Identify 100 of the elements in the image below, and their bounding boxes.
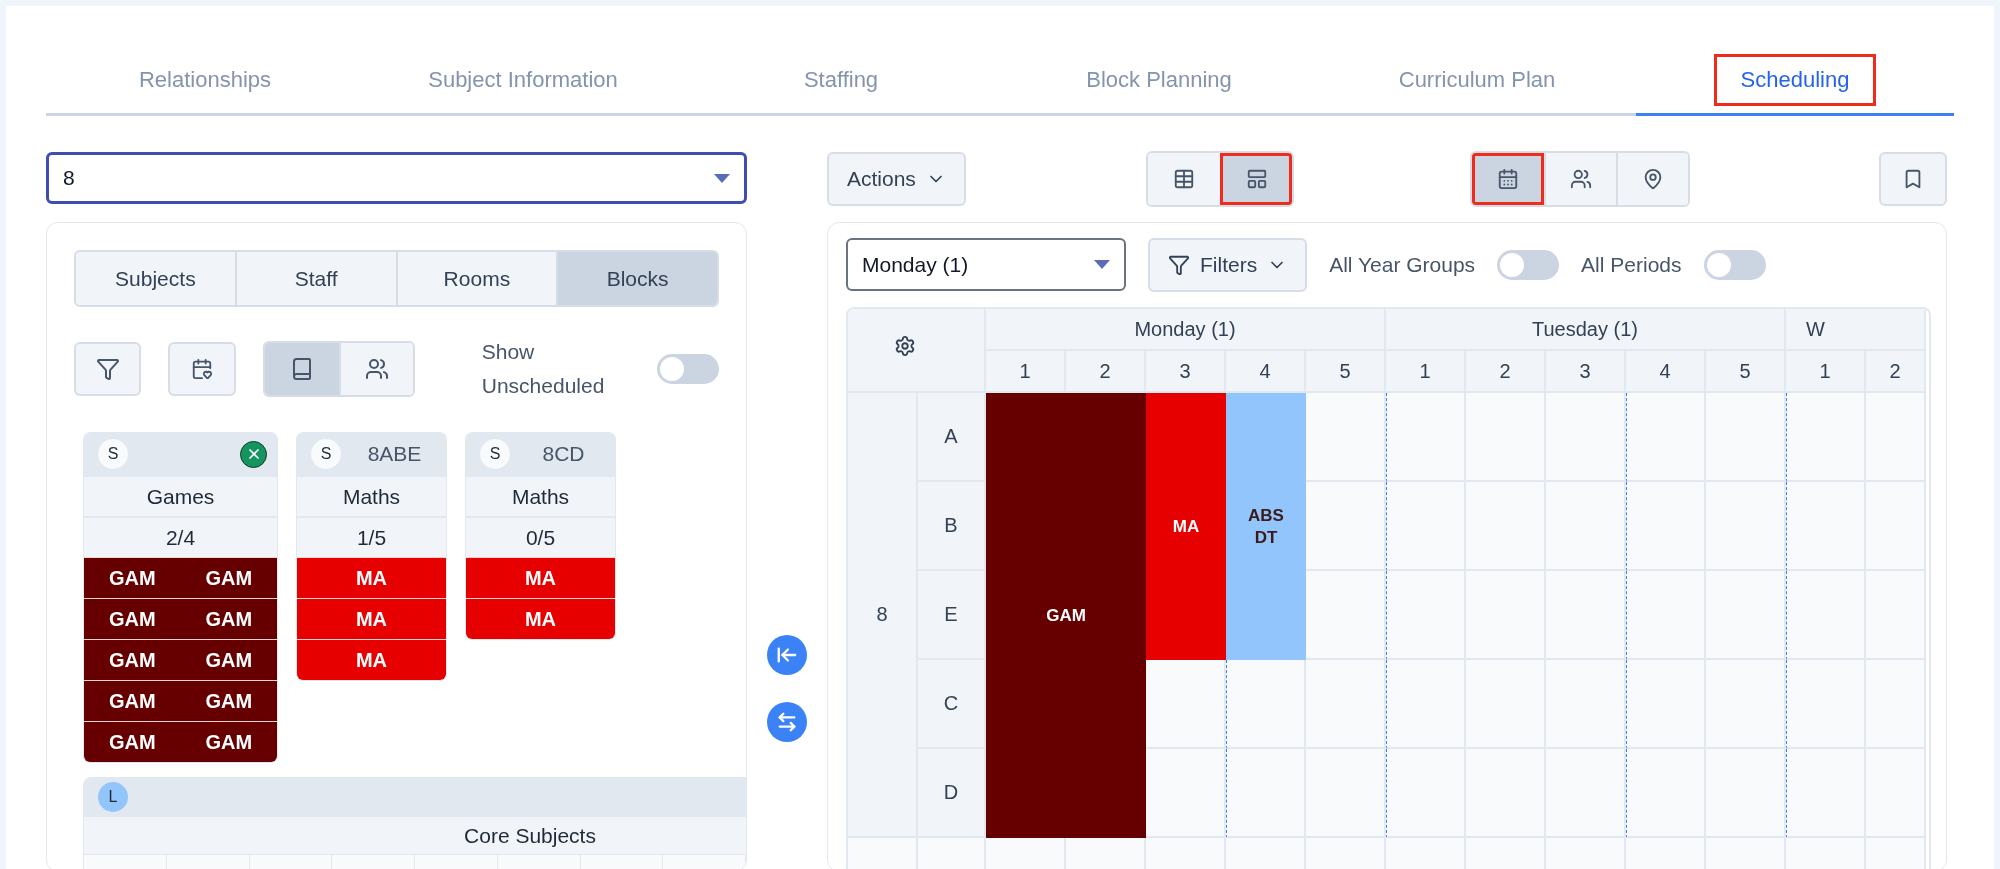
- lesson-label: MA: [1172, 515, 1200, 538]
- calendar-icon: [1496, 168, 1519, 190]
- settings-icon[interactable]: [894, 335, 916, 357]
- view-mode-button[interactable]: [1471, 153, 1544, 205]
- tab-label: Scheduling: [1716, 56, 1874, 103]
- toggle-label: All Periods: [1581, 251, 1682, 278]
- filter-button[interactable]: [74, 342, 142, 396]
- row-label: E: [918, 571, 986, 660]
- layout-button[interactable]: [1147, 153, 1220, 205]
- subject-name: Games: [84, 475, 277, 516]
- lesson-chip[interactable]: GAM: [84, 599, 181, 639]
- lesson-chip[interactable]: GAM: [180, 681, 277, 721]
- day-header: W: [1786, 309, 1926, 351]
- row-label: C: [918, 660, 986, 749]
- subject-name: Maths: [297, 475, 446, 516]
- segment-tab[interactable]: Staff: [234, 252, 396, 305]
- lesson-chip[interactable]: GAM: [180, 558, 277, 598]
- collapse-button[interactable]: [767, 635, 807, 675]
- period-header: 1: [986, 351, 1066, 393]
- period-header: 4: [1226, 351, 1306, 393]
- period-header: 2: [1866, 351, 1926, 393]
- tab-label: Subject Information: [427, 65, 619, 94]
- caret-icon: [1094, 260, 1110, 269]
- block-card[interactable]: S 8CD Maths 0/5 MA MA: [465, 432, 616, 640]
- year-label: 8: [848, 393, 918, 838]
- block-code: 8CD: [541, 442, 586, 466]
- row-label: B: [918, 482, 986, 571]
- view-mode-button[interactable]: [1615, 153, 1688, 205]
- year-select[interactable]: 8: [46, 152, 747, 204]
- filters-button[interactable]: Filters: [1148, 237, 1308, 292]
- period-header: 2: [1066, 351, 1146, 393]
- avatar-badge: S: [98, 439, 128, 469]
- period-header: 1: [1386, 351, 1466, 393]
- day-header: Tuesday (1): [1386, 309, 1786, 351]
- people-icon: [364, 357, 389, 381]
- lesson-count: 2/4: [84, 516, 277, 557]
- period-header: 4: [1626, 351, 1706, 393]
- caret-icon: [714, 173, 730, 183]
- avatar-badge: S: [311, 439, 341, 469]
- calendar-button[interactable]: [168, 342, 236, 396]
- tab-label: Curriculum Plan: [1397, 65, 1557, 94]
- lesson-chip[interactable]: MA: [297, 599, 446, 639]
- lesson-block[interactable]: GAM: [986, 393, 1146, 838]
- lesson-label: ABS: [1248, 504, 1284, 527]
- toggle-switch[interactable]: [657, 354, 719, 384]
- table-icon: [1172, 168, 1195, 190]
- lesson-chip[interactable]: GAM: [84, 722, 181, 762]
- view-mode-button[interactable]: [1543, 153, 1616, 205]
- tab[interactable]: Scheduling: [1636, 46, 1954, 116]
- filter-icon: [95, 357, 120, 381]
- lesson-block[interactable]: ABS DT: [1226, 393, 1306, 660]
- lesson-chip[interactable]: GAM: [180, 599, 277, 639]
- block-card[interactable]: S Games 2/4 GAM GAM GAM GAM GAM GAM GAM GAM GAM GAM: [83, 432, 278, 763]
- lesson-chip[interactable]: GAM: [84, 681, 181, 721]
- lesson-chip[interactable]: MA: [297, 558, 446, 598]
- period-header: 5: [1706, 351, 1786, 393]
- layout-button[interactable]: [1219, 153, 1292, 205]
- toggle-switch[interactable]: [1703, 249, 1766, 280]
- view-toggle-button[interactable]: [338, 343, 413, 395]
- block-card[interactable]: S 8ABE Maths 1/5 MA MA MA: [296, 432, 447, 681]
- lesson-count: 1/5: [297, 516, 446, 557]
- toggle-label: All Year Groups: [1329, 251, 1476, 278]
- left-right-arrow-icon: [776, 711, 798, 733]
- lesson-chip[interactable]: GAM: [180, 640, 277, 680]
- people-icon: [1569, 168, 1592, 190]
- period-header: 3: [1146, 351, 1226, 393]
- view-toggle-button[interactable]: [264, 343, 339, 395]
- row-label: A: [918, 393, 986, 482]
- toggle-label: Show Unscheduled: [481, 339, 606, 399]
- remove-button[interactable]: [240, 440, 267, 468]
- lesson-label: DT: [1254, 526, 1278, 549]
- group-title: Core Subjects: [84, 816, 746, 854]
- lesson-block[interactable]: MA: [1146, 393, 1226, 660]
- segment-tab[interactable]: Blocks: [556, 252, 717, 305]
- block-code: 8ABE: [366, 442, 423, 466]
- calendar-icon: [190, 358, 213, 380]
- segment-tab[interactable]: Rooms: [395, 252, 557, 305]
- lesson-chip[interactable]: GAM: [84, 558, 181, 598]
- subject-name: Maths: [466, 475, 615, 516]
- day-select[interactable]: Monday (1): [846, 238, 1126, 291]
- period-header: 1: [1786, 351, 1866, 393]
- lesson-chip[interactable]: GAM: [180, 722, 277, 762]
- toggle-switch[interactable]: [1497, 249, 1560, 280]
- lesson-chip[interactable]: MA: [297, 640, 446, 680]
- bookmark-button[interactable]: [1879, 152, 1947, 206]
- tab-label: Relationships: [137, 65, 273, 94]
- expand-button[interactable]: [767, 702, 807, 742]
- filter-icon: [1168, 253, 1190, 276]
- lesson-chip[interactable]: MA: [466, 599, 615, 639]
- day-header: Monday (1): [986, 309, 1386, 351]
- lesson-label: GAM: [1046, 604, 1086, 627]
- segment-tab[interactable]: Subjects: [76, 252, 235, 305]
- actions-button[interactable]: Actions: [827, 152, 966, 206]
- period-header: 3: [1546, 351, 1626, 393]
- tab-label: Staffing: [802, 65, 880, 94]
- lesson-chip[interactable]: MA: [466, 558, 615, 598]
- avatar-badge: S: [480, 439, 510, 469]
- row-label: D: [918, 749, 986, 838]
- avatar-badge: L: [98, 782, 128, 812]
- lesson-chip[interactable]: GAM: [84, 640, 181, 680]
